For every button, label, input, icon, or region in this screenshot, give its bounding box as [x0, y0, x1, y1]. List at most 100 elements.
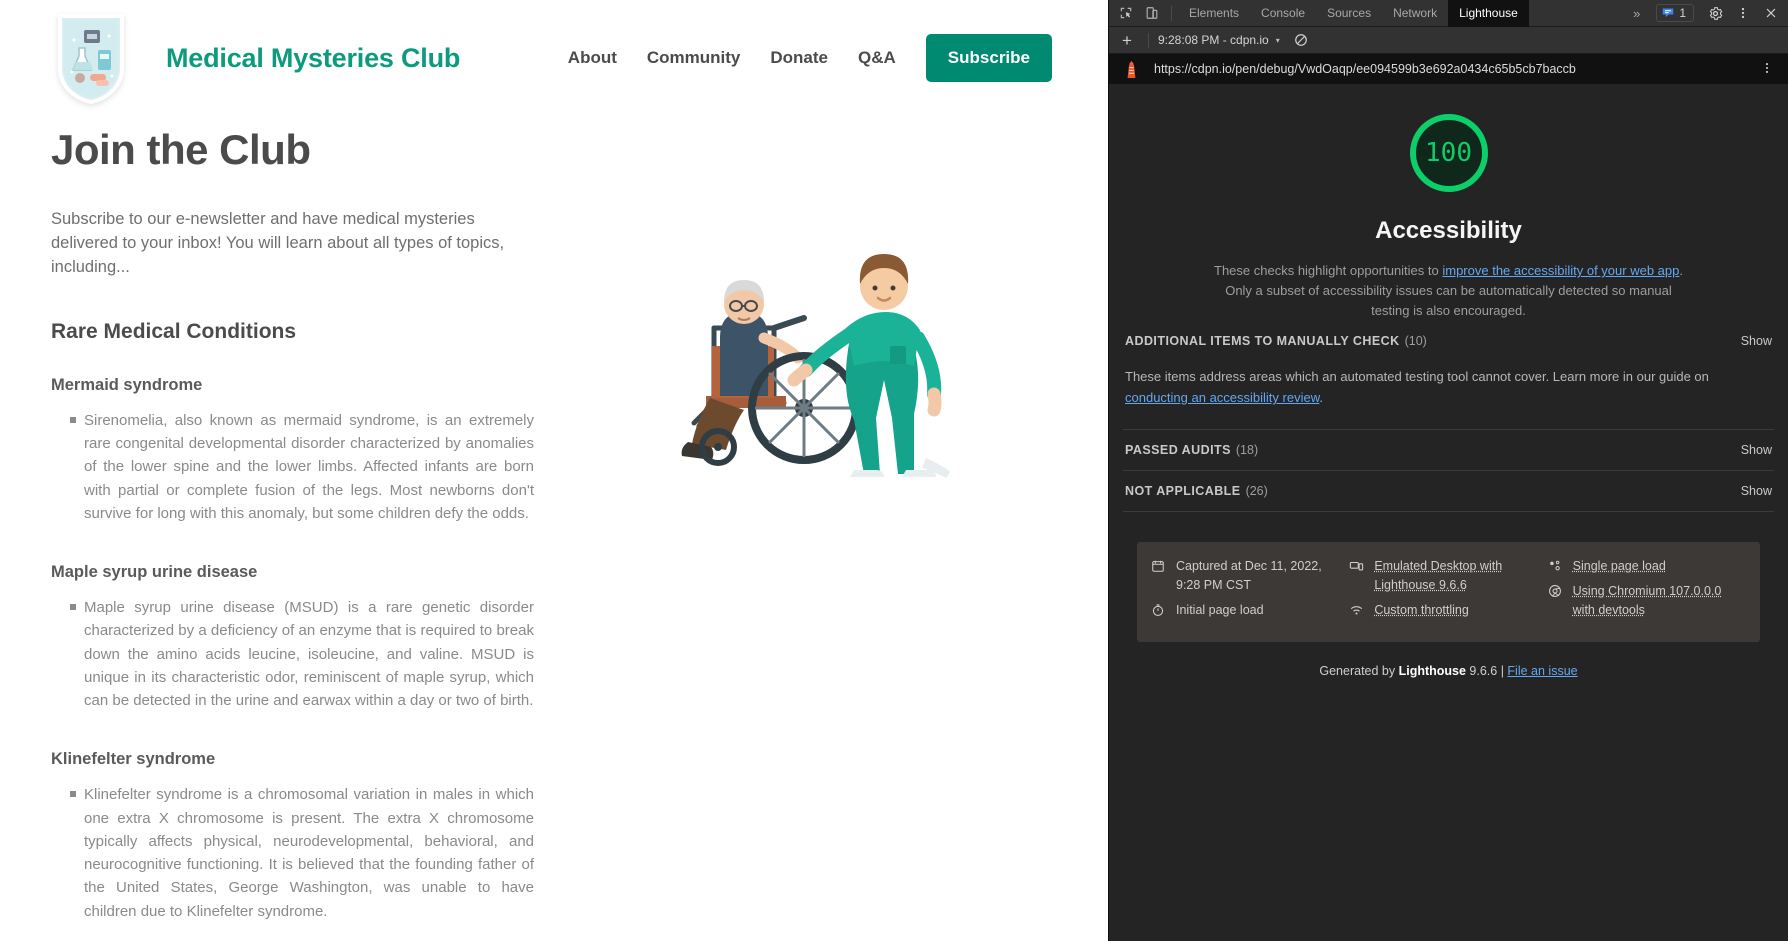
devtools-panel: Elements Console Sources Network Lightho…: [1108, 0, 1788, 941]
group-header[interactable]: NOT APPLICABLE (26) Show: [1123, 471, 1774, 511]
chromium-version-text[interactable]: Using Chromium 107.0.0.0 with devtools: [1573, 582, 1746, 620]
toolbar-divider: [1148, 33, 1149, 48]
category-title: Accessibility: [1375, 217, 1522, 245]
metadata-column-1: Captured at Dec 11, 2022, 9:28 PM CST In…: [1151, 557, 1349, 626]
main-nav: About Community Donate Q&A Subscribe: [568, 34, 1080, 82]
metadata-column-2: Emulated Desktop with Lighthouse 9.6.6 C…: [1349, 557, 1547, 626]
metadata-item-throttling: Custom throttling: [1349, 601, 1547, 620]
chevron-down-icon: ▾: [1276, 36, 1280, 45]
close-devtools-icon[interactable]: [1758, 2, 1784, 24]
page-content: Join the Club Subscribe to our e-newslet…: [0, 108, 1108, 941]
issues-icon: [1662, 7, 1674, 19]
devtools-tabbar-right: » 1: [1625, 2, 1788, 24]
group-not-applicable: NOT APPLICABLE (26) Show: [1123, 471, 1774, 512]
single-page-load-text[interactable]: Single page load: [1573, 557, 1666, 576]
section-title: Rare Medical Conditions: [51, 320, 578, 344]
inspect-element-icon[interactable]: [1113, 2, 1139, 24]
new-report-button[interactable]: +: [1115, 32, 1139, 49]
desktop-device-icon: [1349, 557, 1365, 595]
stopwatch-icon: [1151, 601, 1167, 620]
devtools-tabbar: Elements Console Sources Network Lightho…: [1109, 0, 1788, 27]
show-toggle[interactable]: Show: [1741, 443, 1772, 457]
group-count: (18): [1236, 443, 1258, 457]
more-options-kebab-icon[interactable]: [1730, 2, 1756, 24]
page-load-text: Initial page load: [1176, 601, 1264, 620]
group-title: PASSED AUDITS: [1125, 443, 1231, 457]
condition-title-klinefelter: Klinefelter syndrome: [51, 750, 578, 769]
nav-item-community[interactable]: Community: [647, 48, 741, 68]
illustration-column: [578, 108, 1060, 941]
list-item: Klinefelter syndrome is a chromosomal va…: [70, 783, 534, 923]
nav-item-donate[interactable]: Donate: [770, 48, 828, 68]
file-an-issue-link[interactable]: File an issue: [1507, 664, 1577, 678]
group-header[interactable]: PASSED AUDITS (18) Show: [1123, 430, 1774, 470]
list-item: Sirenomelia, also known as mermaid syndr…: [70, 409, 534, 525]
issues-badge[interactable]: 1: [1656, 4, 1694, 22]
generated-by-footer: Generated by Lighthouse 9.6.6 | File an …: [1109, 642, 1788, 678]
group-title: ADDITIONAL ITEMS TO MANUALLY CHECK: [1125, 334, 1400, 348]
condition-list-mermaid: Sirenomelia, also known as mermaid syndr…: [48, 409, 578, 525]
tab-console[interactable]: Console: [1250, 0, 1316, 27]
metadata-item-single-page: Single page load: [1548, 557, 1746, 576]
gear-icon[interactable]: [1702, 2, 1728, 24]
header-subscribe-button[interactable]: Subscribe: [926, 34, 1052, 82]
tab-elements[interactable]: Elements: [1178, 0, 1250, 27]
list-item: Maple syrup urine disease (MSUD) is a ra…: [70, 596, 534, 712]
metadata-column-3: Single page load Using Chromium 107.0.0.…: [1548, 557, 1746, 626]
score-value: 100: [1425, 138, 1472, 168]
screen: Medical Mysteries Club About Community D…: [0, 0, 1788, 941]
group-header[interactable]: ADDITIONAL ITEMS TO MANUALLY CHECK (10) …: [1123, 321, 1774, 361]
chromium-icon: [1548, 582, 1564, 620]
group-body: These items address areas which an autom…: [1123, 361, 1774, 429]
lighthouse-report: 100 Accessibility These checks highlight…: [1109, 84, 1788, 941]
page-title: Join the Club: [51, 126, 578, 174]
condition-title-msud: Maple syrup urine disease: [51, 563, 578, 582]
nav-item-qa[interactable]: Q&A: [858, 48, 896, 68]
metadata-item-chromium: Using Chromium 107.0.0.0 with devtools: [1548, 582, 1746, 620]
page-lede: Subscribe to our e-newsletter and have m…: [51, 208, 519, 280]
group-count: (26): [1246, 484, 1268, 498]
condition-list-msud: Maple syrup urine disease (MSUD) is a ra…: [48, 596, 578, 712]
score-gauge-wrap: 100 Accessibility These checks highlight…: [1109, 84, 1788, 321]
condition-title-mermaid: Mermaid syndrome: [51, 376, 578, 395]
report-url-bar: https://cdpn.io/pen/debug/VwdOaqp/ee0945…: [1109, 54, 1788, 84]
group-body-text: These items address areas which an autom…: [1125, 369, 1709, 384]
show-toggle[interactable]: Show: [1741, 334, 1772, 348]
throttling-text[interactable]: Custom throttling: [1374, 601, 1468, 620]
page-load-nodes-icon: [1548, 557, 1564, 576]
generated-version: 9.6.6 |: [1466, 664, 1507, 678]
metadata-item-page-load: Initial page load: [1151, 601, 1349, 620]
condition-list-klinefelter: Klinefelter syndrome is a chromosomal va…: [48, 783, 578, 923]
more-tabs-icon[interactable]: »: [1625, 6, 1648, 21]
web-page: Medical Mysteries Club About Community D…: [0, 0, 1108, 941]
metadata-item-emulation: Emulated Desktop with Lighthouse 9.6.6: [1349, 557, 1547, 595]
group-title: NOT APPLICABLE: [1125, 484, 1241, 498]
group-body-period: .: [1319, 390, 1323, 405]
network-signal-icon: [1349, 601, 1365, 620]
calendar-icon: [1151, 557, 1167, 595]
device-toolbar-icon[interactable]: [1139, 2, 1165, 24]
tab-lighthouse[interactable]: Lighthouse: [1448, 0, 1529, 27]
accessibility-review-link[interactable]: conducting an accessibility review: [1125, 390, 1319, 405]
captured-at-text: Captured at Dec 11, 2022, 9:28 PM CST: [1176, 557, 1349, 595]
lighthouse-toolbar: + 9:28:08 PM - cdpn.io ▾: [1109, 27, 1788, 54]
generated-brand: Lighthouse: [1399, 664, 1466, 678]
show-toggle[interactable]: Show: [1741, 484, 1772, 498]
improve-accessibility-link[interactable]: improve the accessibility of your web ap…: [1442, 263, 1679, 278]
toolbar-divider: [1171, 6, 1172, 21]
description-part-1: These checks highlight opportunities to: [1214, 263, 1442, 278]
tab-sources[interactable]: Sources: [1316, 0, 1382, 27]
issues-count: 1: [1679, 6, 1686, 20]
brand-title: Medical Mysteries Club: [166, 43, 460, 74]
emulation-text[interactable]: Emulated Desktop with Lighthouse 9.6.6: [1374, 557, 1547, 595]
report-run-label: 9:28:08 PM - cdpn.io: [1158, 33, 1269, 47]
nav-item-about[interactable]: About: [568, 48, 617, 68]
report-url: https://cdpn.io/pen/debug/VwdOaqp/ee0945…: [1154, 62, 1576, 76]
clear-reports-button[interactable]: [1294, 33, 1308, 47]
report-run-select[interactable]: 9:28:08 PM - cdpn.io ▾: [1158, 33, 1280, 47]
category-description: These checks highlight opportunities to …: [1209, 261, 1689, 321]
tab-network[interactable]: Network: [1382, 0, 1448, 27]
group-manual-check: ADDITIONAL ITEMS TO MANUALLY CHECK (10) …: [1123, 321, 1774, 430]
medical-shield-logo-icon[interactable]: [54, 10, 128, 106]
report-options-kebab-icon[interactable]: [1754, 61, 1780, 77]
